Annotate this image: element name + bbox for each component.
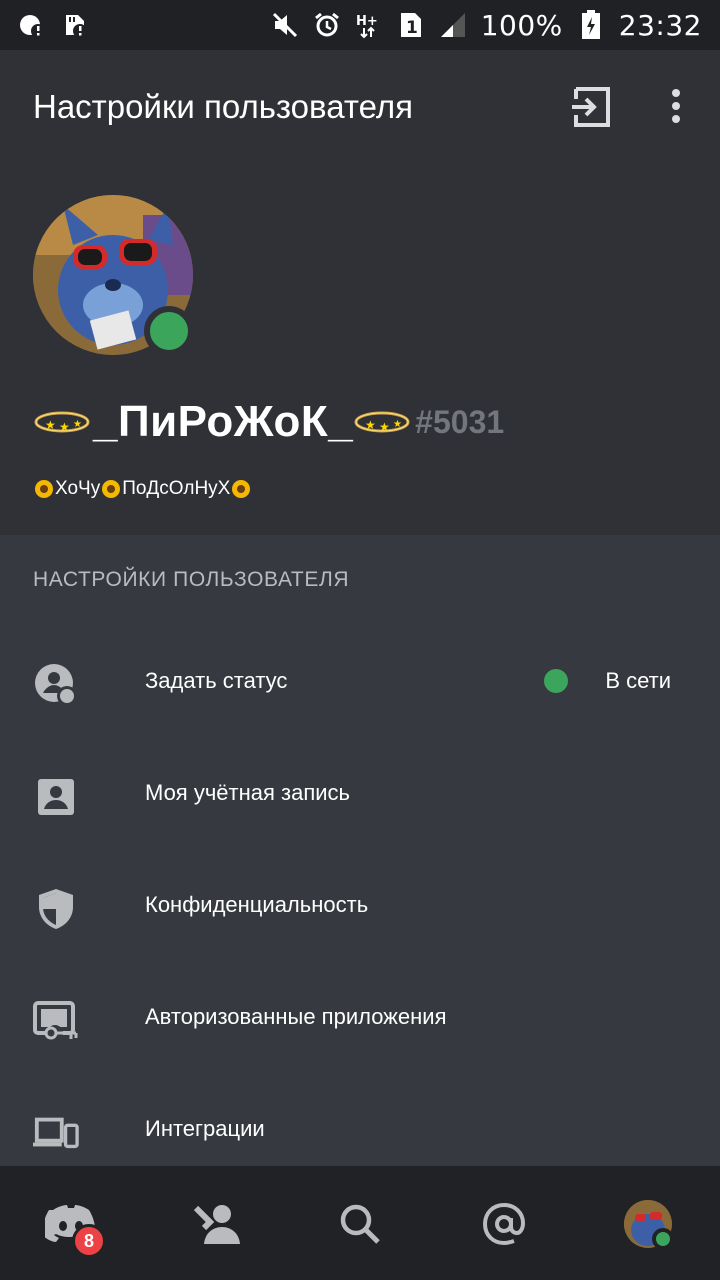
settings-item-authorized-apps[interactable]: Авторизованные приложения bbox=[0, 964, 720, 1076]
settings-item-label: Задать статус bbox=[145, 668, 288, 693]
devices-icon bbox=[33, 1110, 79, 1156]
svg-text:★: ★ bbox=[73, 419, 82, 430]
settings-item-label: Авторизованные приложения bbox=[145, 1004, 447, 1029]
sd-card-alert-icon bbox=[60, 11, 88, 39]
status-value-text: В сети bbox=[605, 668, 671, 693]
settings-item-label: Моя учётная запись bbox=[145, 780, 351, 805]
settings-list: Задать статус В сети Моя учётная запись … bbox=[0, 628, 720, 1188]
svg-text:★: ★ bbox=[45, 418, 56, 432]
settings-item-label: Интеграции bbox=[145, 1116, 265, 1141]
search-icon[interactable] bbox=[332, 1196, 388, 1252]
svg-text:H+: H+ bbox=[356, 14, 378, 29]
section-header: НАСТРОЙКИ ПОЛЬЗОВАТЕЛЯ bbox=[33, 568, 350, 591]
mute-icon bbox=[271, 11, 299, 39]
mentions-icon[interactable] bbox=[476, 1196, 532, 1252]
sim-icon: 1 bbox=[397, 11, 425, 39]
bottom-nav: 8 bbox=[0, 1166, 720, 1280]
network-type-icon: H+ bbox=[355, 11, 383, 39]
svg-text:★: ★ bbox=[365, 418, 376, 432]
online-dot-icon bbox=[544, 669, 569, 693]
sunflower-icon bbox=[34, 479, 54, 499]
svg-text:★: ★ bbox=[379, 420, 390, 434]
page-title: Настройки пользователя bbox=[33, 88, 413, 125]
settings-item-set-status[interactable]: Задать статус В сети bbox=[0, 628, 720, 740]
settings-item-label: Конфиденциальность bbox=[145, 892, 369, 917]
data-saver-alert-icon bbox=[18, 11, 46, 39]
settings-item-privacy[interactable]: Конфиденциальность bbox=[0, 852, 720, 964]
username-row: ★ ★ ★ _ПиРоЖоК_ ★ ★ ★ #5031 bbox=[33, 392, 504, 452]
shield-icon bbox=[33, 886, 79, 932]
clock: 23:32 bbox=[618, 8, 702, 42]
logout-icon[interactable] bbox=[568, 85, 616, 129]
account-icon bbox=[33, 774, 79, 820]
app-bar: Настройки пользователя bbox=[0, 50, 720, 162]
online-status-indicator bbox=[652, 1228, 674, 1250]
discriminator: #5031 bbox=[415, 403, 505, 440]
battery-percent: 100% bbox=[480, 8, 563, 42]
battery-icon bbox=[577, 10, 605, 39]
halo-emoji-icon: ★ ★ ★ bbox=[33, 407, 91, 437]
set-status-icon bbox=[33, 662, 79, 708]
unread-badge: 8 bbox=[72, 1224, 106, 1258]
custom-status-part: ХоЧу bbox=[55, 478, 101, 499]
username: _ПиРоЖоК_ bbox=[93, 397, 354, 446]
sunflower-icon bbox=[231, 479, 251, 499]
online-status-indicator bbox=[144, 306, 194, 356]
friends-icon[interactable] bbox=[188, 1196, 244, 1252]
svg-text:★: ★ bbox=[393, 419, 402, 430]
authorized-apps-icon bbox=[33, 998, 79, 1044]
alarm-icon bbox=[313, 11, 341, 39]
svg-text:★: ★ bbox=[59, 420, 70, 434]
settings-item-account[interactable]: Моя учётная запись bbox=[0, 740, 720, 852]
status-value: В сети bbox=[544, 668, 671, 694]
custom-status-part: ПоДсОлНуХ bbox=[122, 478, 231, 499]
screen: H+ 1 100% 23:32 Настройки пользователя ★… bbox=[0, 0, 720, 1280]
sunflower-icon bbox=[101, 479, 121, 499]
profile-avatar-wrap[interactable] bbox=[33, 195, 194, 356]
svg-text:1: 1 bbox=[406, 18, 418, 38]
halo-emoji-icon: ★ ★ ★ bbox=[353, 407, 411, 437]
profile-header: Настройки пользователя ★ ★ ★ _ПиРоЖоК_ ★… bbox=[0, 50, 720, 535]
custom-status: ХоЧу ПоДсОлНуХ bbox=[33, 478, 252, 500]
more-vert-icon[interactable] bbox=[660, 85, 692, 129]
signal-icon bbox=[439, 11, 467, 39]
status-bar: H+ 1 100% 23:32 bbox=[0, 0, 720, 50]
